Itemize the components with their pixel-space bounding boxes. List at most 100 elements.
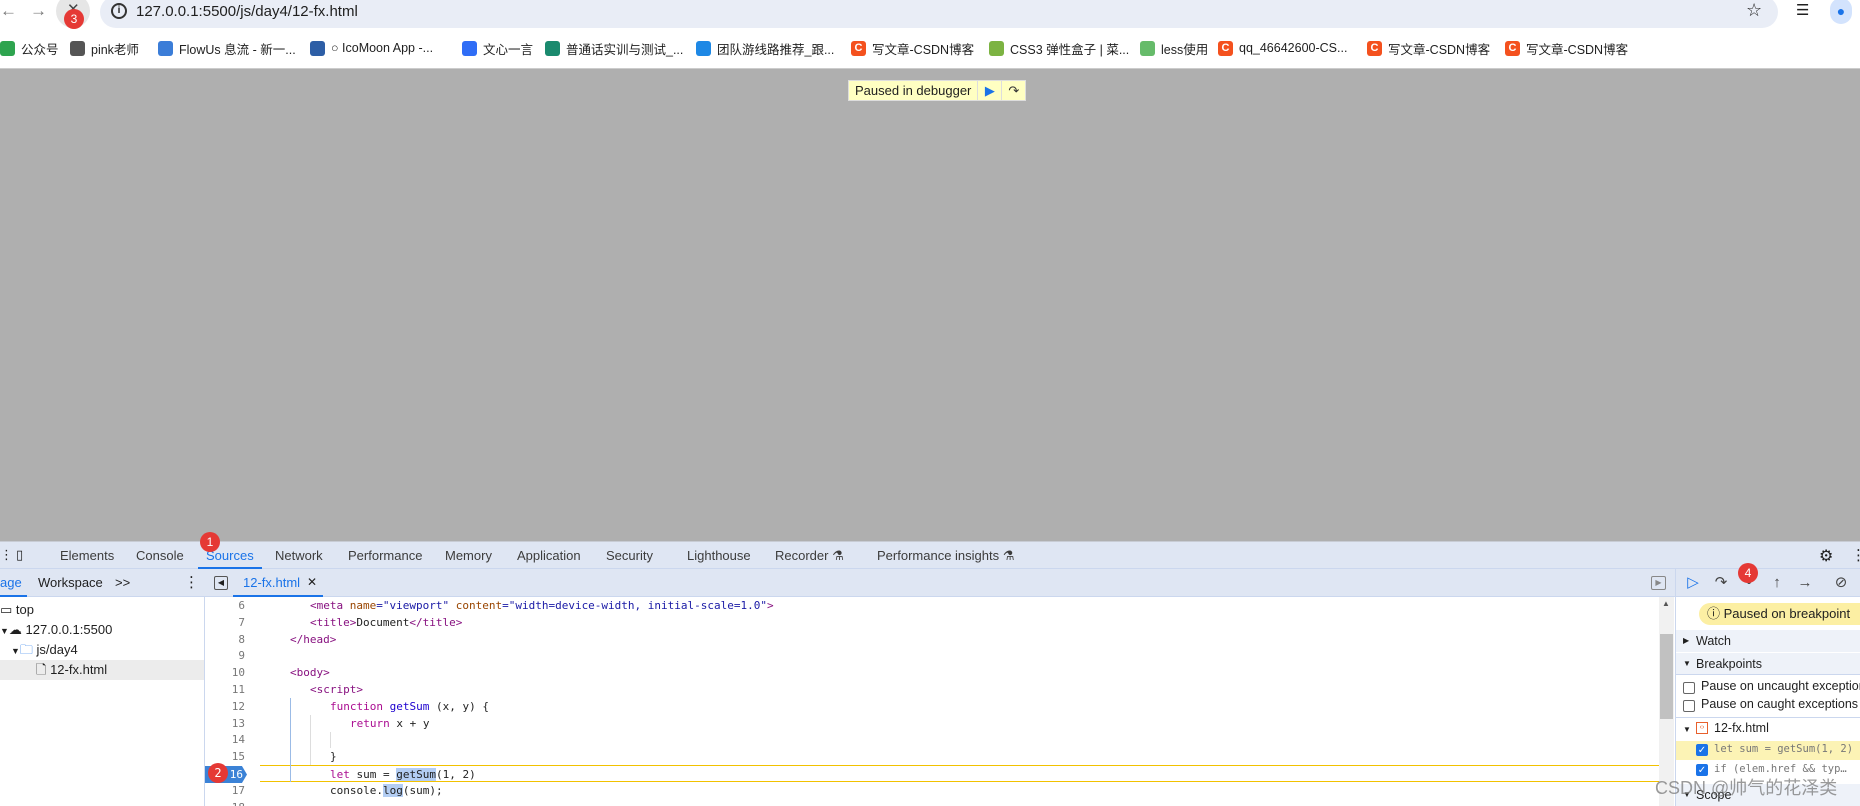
tab-console[interactable]: Console xyxy=(136,542,184,569)
code-line[interactable]: 9 xyxy=(205,647,1659,664)
tree-item-file[interactable]: 🗋 12-fx.html xyxy=(0,660,204,680)
inspect-icon[interactable]: ⋮ xyxy=(0,547,13,563)
paused-status-text: Paused on breakpoint xyxy=(1723,606,1851,621)
line-number[interactable]: 7 xyxy=(205,614,245,631)
tab-recorder[interactable]: Recorder ⚗ xyxy=(775,542,844,569)
code-text: <title>Document</title> xyxy=(310,614,462,631)
code-token: Document xyxy=(356,615,410,629)
close-tab-icon[interactable]: ✕ xyxy=(307,569,317,596)
code-line[interactable]: 11 <script> xyxy=(205,681,1659,698)
toggle-debugger-icon[interactable]: ▶ xyxy=(1651,576,1666,590)
annotation-badge-2: 2 xyxy=(208,763,228,783)
bookmark-label: less使用 xyxy=(1161,42,1209,57)
profile-avatar[interactable]: ● xyxy=(1830,0,1852,24)
line-number[interactable]: 8 xyxy=(205,631,245,648)
code-line[interactable]: 10 <body> xyxy=(205,664,1659,681)
bookmark-item[interactable]: CSS3 弹性盒子 | 菜... xyxy=(989,38,1129,58)
bookmark-item[interactable]: C 写文章-CSDN博客 xyxy=(851,38,974,58)
tree-label: 12-fx.html xyxy=(50,662,108,677)
code-token: <script> xyxy=(310,683,363,696)
resume-icon[interactable]: ▷ xyxy=(1682,569,1704,597)
back-icon[interactable]: ← xyxy=(0,1,17,21)
tab-performance-insights[interactable]: Performance insights ⚗ xyxy=(877,542,1014,569)
breakpoints-section[interactable]: ▼ Breakpoints xyxy=(1676,653,1860,675)
code-line[interactable]: 8 </head> xyxy=(205,631,1659,648)
code-token: (x, y) { xyxy=(435,699,489,713)
code-line[interactable]: 6 <meta name="viewport" content="width=de… xyxy=(205,597,1659,614)
tree-item-folder[interactable]: ▼🗀 js/day4 xyxy=(11,640,78,660)
info-icon[interactable]: i xyxy=(111,3,127,19)
media-control-icon[interactable]: ☰ xyxy=(1796,1,1809,19)
tab-security[interactable]: Security xyxy=(606,542,653,569)
expand-arrow-icon: ▼ xyxy=(11,646,20,656)
line-number[interactable]: 13 xyxy=(205,715,245,732)
bookmark-star-icon[interactable]: ☆ xyxy=(1746,0,1762,21)
step-over-icon[interactable]: ↷ xyxy=(1001,81,1025,100)
line-number[interactable]: 12 xyxy=(205,698,245,715)
tab-application[interactable]: Application xyxy=(517,542,581,569)
toggle-navigator-icon[interactable]: ◀ xyxy=(214,576,228,590)
bookmark-item[interactable]: FlowUs 息流 - 新一... xyxy=(158,38,296,58)
pause-caught-checkbox[interactable] xyxy=(1683,700,1695,712)
forward-icon[interactable]: → xyxy=(30,1,47,21)
editor-tab[interactable]: 12-fx.html ✕ xyxy=(233,569,323,597)
tree-item-top[interactable]: ▭ top xyxy=(0,600,34,620)
bookmark-item[interactable]: pink老师 xyxy=(70,38,139,58)
line-number[interactable]: 17 xyxy=(205,782,245,799)
bookmark-item[interactable]: less使用 xyxy=(1140,38,1208,58)
navigator-tab-page[interactable]: age xyxy=(0,569,27,597)
code-line[interactable]: 14 xyxy=(205,731,1659,748)
code-line[interactable]: 13 return x + y xyxy=(205,715,1659,732)
step-out-icon[interactable]: ↑ xyxy=(1766,569,1788,597)
tab-lighthouse[interactable]: Lighthouse xyxy=(687,542,751,569)
step-icon[interactable]: → xyxy=(1794,569,1816,597)
code-text: <body> xyxy=(290,664,330,681)
bookmark-item[interactable]: 公众号 xyxy=(0,38,59,58)
line-number[interactable]: 11 xyxy=(205,681,245,698)
breakpoint-checkbox[interactable]: ✓ xyxy=(1696,744,1708,756)
indent-guide xyxy=(330,731,331,749)
navigator-tab-workspace[interactable]: Workspace xyxy=(38,569,103,597)
scrollbar-thumb[interactable] xyxy=(1660,634,1673,719)
tab-elements[interactable]: Elements xyxy=(60,542,114,569)
code-line[interactable]: 12 function getSum (x, y) { xyxy=(205,698,1659,715)
url-text[interactable]: 127.0.0.1:5500/js/day4/12-fx.html xyxy=(136,3,358,20)
bookmark-item[interactable]: C 写文章-CSDN博客 xyxy=(1505,38,1628,58)
bookmark-item[interactable]: 普通话实训与测试_... xyxy=(545,38,683,58)
wenxin-icon xyxy=(462,40,477,56)
navigator-more-tabs[interactable]: >> xyxy=(115,569,130,597)
tree-item-host[interactable]: ▼☁ 127.0.0.1:5500 xyxy=(0,620,112,640)
tab-network[interactable]: Network xyxy=(275,542,323,569)
tab-performance[interactable]: Performance xyxy=(348,542,422,569)
code-text: return x + y xyxy=(350,715,429,732)
code-line[interactable]: 7 <title>Document</title> xyxy=(205,614,1659,631)
bookmark-item[interactable]: 团队游线路推荐_跟... xyxy=(696,38,834,58)
bookmark-item[interactable]: 文心一言 xyxy=(462,38,533,58)
bookmark-item[interactable]: Cqq_46642600-CS... xyxy=(1218,38,1347,58)
code-line[interactable]: 15} xyxy=(205,748,1659,765)
breakpoint-code: let sum = getSum(1, 2) xyxy=(1714,743,1854,755)
code-line[interactable]: 16 let sum = getSum(1, 2) xyxy=(205,765,1659,783)
pause-uncaught-label: Pause on uncaught exceptions xyxy=(1701,679,1860,693)
line-number[interactable]: 6 xyxy=(205,597,245,614)
browser-toolbar: ← → ✕ 3 i 127.0.0.1:5500/js/day4/12-fx.h… xyxy=(0,0,1860,68)
deactivate-breakpoints-icon[interactable]: ⊘ xyxy=(1830,569,1852,597)
line-number[interactable]: 10 xyxy=(205,664,245,681)
bookmark-item[interactable]: ○ IcoMoon App -... xyxy=(310,38,433,58)
bookmark-item[interactable]: C 写文章-CSDN博客 xyxy=(1367,38,1490,58)
line-number[interactable]: 9 xyxy=(205,647,245,664)
navigator-menu-icon[interactable]: ⋮ xyxy=(184,569,199,597)
tab-memory[interactable]: Memory xyxy=(445,542,492,569)
watch-section[interactable]: ▶ Watch xyxy=(1676,630,1860,652)
line-number[interactable]: 15 xyxy=(205,748,245,765)
step-over-icon[interactable]: ↷ xyxy=(1710,569,1732,597)
pause-uncaught-checkbox[interactable] xyxy=(1683,682,1695,694)
code-editor[interactable]: 6 <meta name="viewport" content="width=de… xyxy=(205,597,1659,806)
less-icon xyxy=(1140,40,1155,56)
device-toggle-icon[interactable]: ▯ xyxy=(16,547,23,563)
settings-gear-icon[interactable]: ⚙ xyxy=(1819,546,1833,566)
code-line[interactable]: 17 console.log(sum); xyxy=(205,782,1659,799)
more-options-icon[interactable]: ⋮ xyxy=(1851,546,1860,564)
line-number[interactable]: 14 xyxy=(205,731,245,748)
resume-icon[interactable]: ▶ xyxy=(977,81,1001,100)
